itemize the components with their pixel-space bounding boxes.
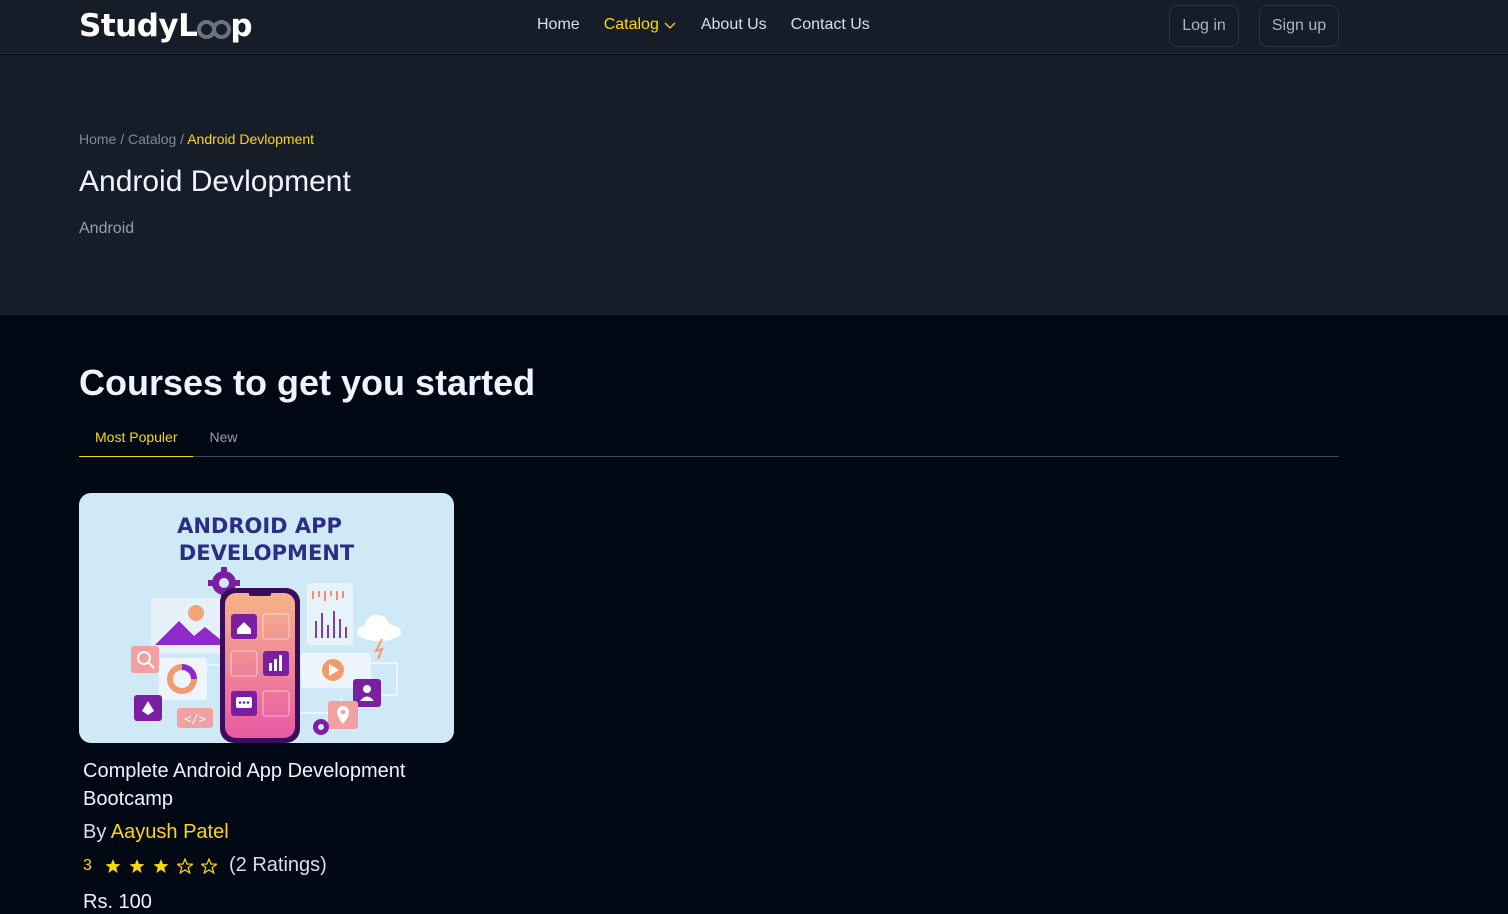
star-filled-icon xyxy=(105,858,121,873)
chevron-down-icon xyxy=(664,22,676,29)
breadcrumb-catalog[interactable]: Catalog xyxy=(128,131,176,147)
logo-loop-icon-2 xyxy=(212,19,232,39)
courses-section-title: Courses to get you started xyxy=(79,362,536,403)
nav-contact-link[interactable]: Contact Us xyxy=(791,16,870,34)
tab-new[interactable]: New xyxy=(193,418,253,457)
course-price: Rs. 100 xyxy=(83,891,152,913)
nav-about-link[interactable]: About Us xyxy=(701,16,767,34)
star-filled-icon xyxy=(153,858,169,873)
breadcrumb-current: Android Devlopment xyxy=(187,131,315,147)
course-author: By Aayush Patel xyxy=(79,821,454,844)
studyloop-logo[interactable]: StudyL p xyxy=(79,8,253,44)
category-description: Android xyxy=(79,220,135,237)
tab-most-popular[interactable]: Most Populer xyxy=(79,418,194,457)
nav-home-link[interactable]: Home xyxy=(537,16,580,34)
main-nav: Home Catalog About Us Contact Us xyxy=(537,16,870,34)
rating-count: (2 Ratings) xyxy=(229,854,327,876)
logo-text-prefix: StudyL xyxy=(79,8,198,44)
rating-row: 3 (2 Ratings) xyxy=(79,854,454,877)
nav-catalog-label: Catalog xyxy=(603,16,659,33)
signup-button[interactable]: Sign up xyxy=(1259,5,1339,47)
top-navbar: StudyL p Home Catalog About Us Contact Us… xyxy=(0,0,1508,54)
svg-text:</>: </> xyxy=(184,712,206,726)
rating-value: 3 xyxy=(83,856,92,874)
author-name: Aayush Patel xyxy=(110,821,229,843)
star-filled-icon xyxy=(129,858,145,873)
course-title[interactable]: Complete Android App Development Bootcam… xyxy=(79,757,454,813)
breadcrumb-separator: / xyxy=(116,131,129,147)
page-title: Android Devlopment xyxy=(79,165,351,198)
login-button[interactable]: Log in xyxy=(1169,5,1239,47)
by-label: By xyxy=(83,821,107,843)
logo-text-suffix: p xyxy=(230,8,253,44)
star-empty-icon xyxy=(177,857,193,874)
course-thumbnail[interactable]: ANDROID APP DEVELOPMENT </> xyxy=(79,493,454,743)
android-illustration: </> xyxy=(131,567,401,743)
star-empty-icon xyxy=(201,857,217,874)
course-tabs: Most Populer New xyxy=(79,418,1339,457)
nav-catalog-dropdown[interactable]: Catalog xyxy=(604,16,677,34)
breadcrumb-home[interactable]: Home xyxy=(79,131,116,147)
breadcrumb-separator: / xyxy=(176,131,188,147)
course-card[interactable]: ANDROID APP DEVELOPMENT </> Complete And… xyxy=(79,493,454,914)
breadcrumb: Home / Catalog / Android Devlopment xyxy=(79,131,314,147)
star-rating xyxy=(105,857,217,874)
catalog-hero: Home / Catalog / Android Devlopment Andr… xyxy=(0,55,1508,315)
